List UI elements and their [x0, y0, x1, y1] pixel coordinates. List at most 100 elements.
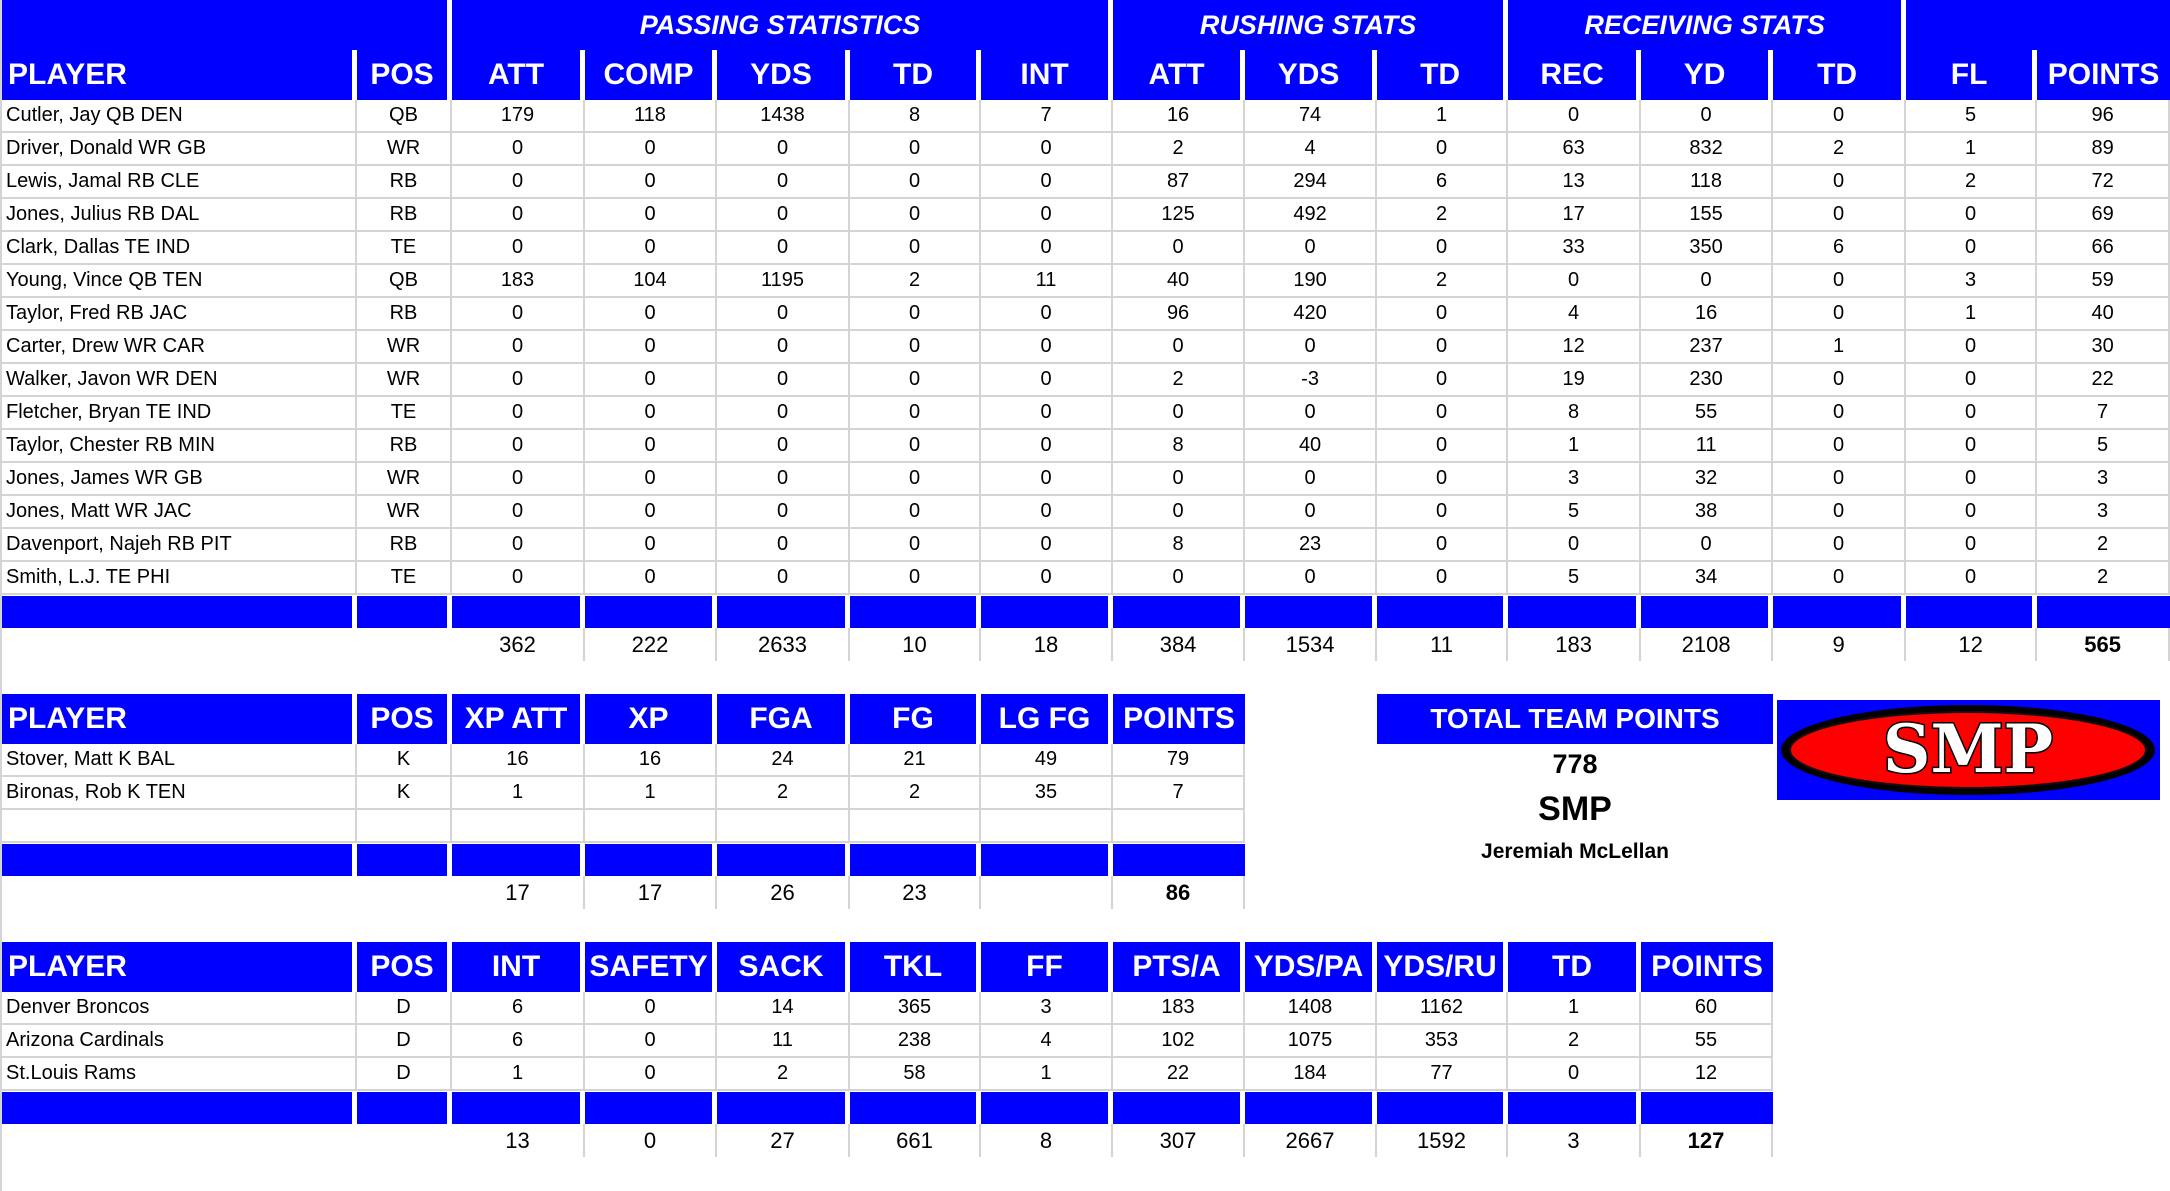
- stat-cell: 350: [1641, 232, 1774, 265]
- stat-cell: RB: [357, 199, 452, 232]
- stat-cell: 0: [850, 430, 981, 463]
- table-row: Taylor, Fred RB JAC RB 0 0 0 0 0 96 420 0 4 16 0 1 40: [2, 298, 2170, 331]
- total-points-cell: 565: [2037, 628, 2170, 661]
- stat-cell: 0: [1773, 496, 1907, 529]
- separator-bar-cell: [981, 1091, 1113, 1124]
- stat-cell: 0: [585, 199, 717, 232]
- stat-cell: 12: [1641, 1058, 1773, 1091]
- total-cell: 183: [1508, 628, 1642, 661]
- stat-cell: 0: [850, 298, 981, 331]
- column-header-player: PLAYER: [2, 694, 357, 744]
- stat-cell: 5: [1906, 100, 2038, 133]
- stat-cell: 0: [1906, 199, 2038, 232]
- stat-cell: 102: [1113, 1025, 1245, 1058]
- stat-cell: 1: [1377, 100, 1509, 133]
- stat-cell: 0: [717, 364, 850, 397]
- smp-logo: SMP: [1777, 700, 2160, 800]
- stat-cell: 0: [1245, 562, 1378, 595]
- total-cell: 9: [1773, 628, 1907, 661]
- stat-cell: 74: [1245, 100, 1378, 133]
- separator-bar-cell: [850, 595, 981, 628]
- stat-cell: 0: [981, 397, 1114, 430]
- group-header-totals: [1906, 0, 2170, 50]
- column-header-pts-a: PTS/A: [1113, 942, 1245, 992]
- stat-cell: 0: [717, 562, 850, 595]
- table-row: Stover, Matt K BAL K 16 16 24 21 49 79: [2, 744, 1245, 777]
- column-header-pos: POS: [357, 50, 452, 100]
- stat-cell: 0: [452, 397, 585, 430]
- player-name-cell: Arizona Cardinals: [2, 1025, 357, 1058]
- column-header-pos: POS: [357, 942, 452, 992]
- stat-cell: 21: [850, 744, 981, 777]
- stat-cell: 230: [1641, 364, 1774, 397]
- stat-cell: 0: [717, 331, 850, 364]
- stat-cell: 0: [1641, 529, 1774, 562]
- column-header-int: INT: [981, 50, 1114, 100]
- defense-column-header-row: PLAYER POS INT SAFETY SACK TKL FF PTS/A YDS/PA YD…: [2, 942, 1773, 992]
- separator-bar-cell: [1377, 1091, 1508, 1124]
- player-name-cell: Carter, Drew WR CAR: [2, 331, 357, 364]
- stat-cell: 0: [717, 397, 850, 430]
- total-cell: 13: [452, 1124, 585, 1157]
- empty-cell: [2, 810, 357, 843]
- stat-cell: 0: [1773, 562, 1907, 595]
- stat-cell: 0: [1773, 397, 1907, 430]
- stat-cell: QB: [357, 265, 452, 298]
- separator-bar-cell: [1377, 595, 1509, 628]
- stat-cell: 1195: [717, 265, 850, 298]
- stat-cell: 0: [981, 496, 1114, 529]
- stat-cell: 0: [1245, 397, 1378, 430]
- separator-bar-row: [2, 1091, 1773, 1124]
- stat-cell: 49: [981, 744, 1113, 777]
- stat-cell: 72: [2037, 166, 2170, 199]
- stat-cell: 0: [1773, 430, 1907, 463]
- player-name-cell: Clark, Dallas TE IND: [2, 232, 357, 265]
- stat-cell: 22: [1113, 1058, 1245, 1091]
- stat-cell: 77: [1377, 1058, 1508, 1091]
- stat-cell: RB: [357, 529, 452, 562]
- stat-cell: 0: [1377, 331, 1509, 364]
- stat-cell: 96: [2037, 100, 2170, 133]
- stat-cell: 1: [1508, 992, 1641, 1025]
- separator-bar-cell: [585, 843, 717, 876]
- separator-bar-cell: [452, 595, 585, 628]
- totals-row: 13 0 27 661 8 307 2667 1592 3 127: [2, 1124, 1773, 1157]
- stat-cell: 0: [1773, 166, 1907, 199]
- stat-cell: 2: [1906, 166, 2038, 199]
- separator-bar-cell: [1245, 595, 1378, 628]
- stat-cell: 1: [1508, 430, 1642, 463]
- group-header-rushing: RUSHING STATS: [1113, 0, 1509, 50]
- stat-cell: 0: [1508, 100, 1642, 133]
- stat-cell: QB: [357, 100, 452, 133]
- stat-cell: 183: [1113, 992, 1245, 1025]
- offense-stats-table: PASSING STATISTICS RUSHING STATS RECEIVI…: [2, 0, 2170, 661]
- column-header-pos: POS: [357, 694, 452, 744]
- table-row: Davenport, Najeh RB PIT RB 0 0 0 0 0 8 23 0 0 0 0 0 2: [2, 529, 2170, 562]
- player-name-cell: Jones, James WR GB: [2, 463, 357, 496]
- stat-cell: 3: [981, 992, 1113, 1025]
- stat-cell: 2: [850, 777, 981, 810]
- player-name-cell: Jones, Julius RB DAL: [2, 199, 357, 232]
- stat-cell: 0: [981, 133, 1114, 166]
- player-name-cell: Cutler, Jay QB DEN: [2, 100, 357, 133]
- total-cell: 17: [452, 876, 585, 909]
- stat-cell: 0: [850, 562, 981, 595]
- stat-cell: 492: [1245, 199, 1378, 232]
- kicker-column-header-row: PLAYER POS XP ATT XP FGA FG LG FG POINTS: [2, 694, 1245, 744]
- stat-cell: 0: [452, 232, 585, 265]
- total-cell: 11: [1377, 628, 1509, 661]
- stat-cell: 0: [717, 232, 850, 265]
- owner-name: Jeremiah McLellan: [1481, 840, 1669, 863]
- stat-cell: 0: [981, 331, 1114, 364]
- stat-cell: 183: [452, 265, 585, 298]
- player-name-cell: Lewis, Jamal RB CLE: [2, 166, 357, 199]
- stat-cell: 2: [1113, 364, 1246, 397]
- stat-cell: 7: [2037, 397, 2170, 430]
- stat-cell: 0: [1906, 529, 2038, 562]
- stat-cell: 66: [2037, 232, 2170, 265]
- stat-cell: 0: [1773, 100, 1907, 133]
- stat-cell: 294: [1245, 166, 1378, 199]
- total-cell: [2, 628, 357, 661]
- player-name-cell: Walker, Javon WR DEN: [2, 364, 357, 397]
- stat-cell: 0: [1245, 331, 1378, 364]
